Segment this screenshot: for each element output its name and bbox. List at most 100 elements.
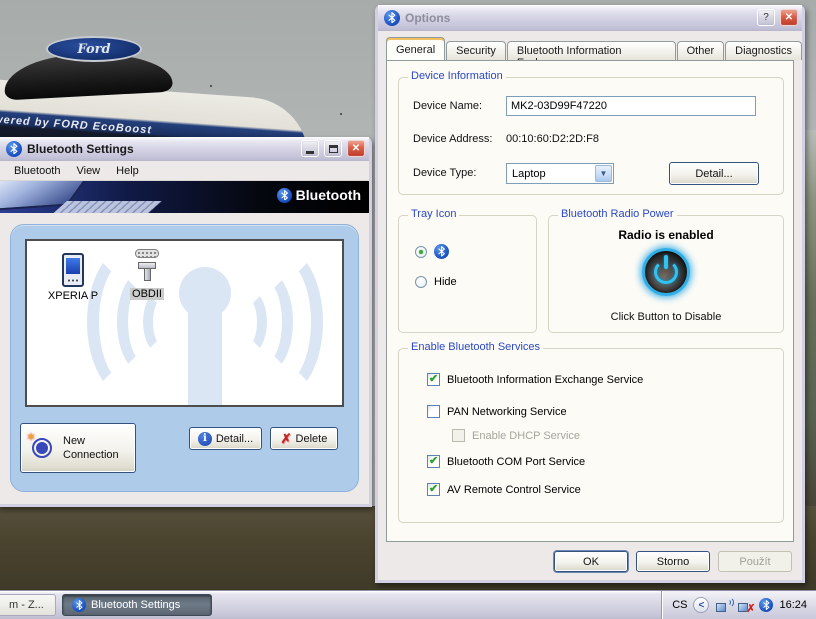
checkbox-checked[interactable] — [427, 483, 440, 496]
radio-status-text: Radio is enabled — [549, 228, 783, 242]
service-label: Enable DHCP Service — [472, 430, 580, 442]
tab-general[interactable]: General — [386, 37, 445, 60]
device-obdii[interactable]: OBDII — [115, 249, 179, 300]
close-button[interactable]: ✕ — [347, 140, 365, 157]
language-indicator[interactable]: CS — [672, 599, 687, 611]
bluetooth-tray-icon — [434, 244, 449, 259]
service-dhcp: Enable DHCP Service — [452, 429, 580, 442]
radio-selected[interactable] — [415, 246, 427, 258]
tray-show-option[interactable] — [415, 244, 449, 259]
options-dialog: Options ? ✕ General Security Bluetooth I… — [375, 5, 805, 583]
options-titlebar[interactable]: Options ? ✕ — [378, 5, 802, 31]
device-type-label: Device Type: — [413, 167, 476, 179]
dialog-buttons: OK Storno Použít — [554, 551, 792, 572]
taskbar-item-partial[interactable]: m - Z... — [0, 594, 56, 616]
device-detail-button[interactable]: Detail... — [669, 162, 759, 185]
serial-connector-icon — [135, 249, 159, 285]
tray-icon-group: Tray Icon Hide — [398, 215, 537, 333]
device-name-selected[interactable]: OBDII — [130, 288, 164, 300]
service-info-exchange[interactable]: Bluetooth Information Exchange Service — [427, 373, 643, 386]
dialog-title: Options — [405, 11, 752, 25]
device-list-area[interactable]: XPERIA P OBDII — [25, 239, 344, 407]
tab-security[interactable]: Security — [446, 41, 506, 60]
checkbox-checked[interactable] — [427, 455, 440, 468]
taskbar-item-label: Bluetooth Settings — [91, 599, 180, 611]
bluetooth-icon — [384, 10, 400, 26]
chevron-down-icon[interactable]: ▼ — [595, 165, 612, 182]
delete-x-icon: ✗ — [281, 431, 292, 447]
network-signal-icon[interactable] — [715, 599, 731, 612]
service-label[interactable]: Bluetooth Information Exchange Service — [447, 374, 643, 386]
minimize-button[interactable] — [301, 140, 319, 157]
service-label[interactable]: AV Remote Control Service — [447, 484, 581, 496]
device-name[interactable]: XPERIA P — [46, 290, 100, 302]
device-type-select[interactable]: Laptop ▼ — [506, 163, 614, 184]
service-com-port[interactable]: Bluetooth COM Port Service — [427, 455, 585, 468]
power-button[interactable] — [642, 248, 690, 296]
enable-services-group: Enable Bluetooth Services Bluetooth Info… — [398, 348, 784, 523]
close-button[interactable]: ✕ — [780, 9, 798, 26]
checkbox-checked[interactable] — [427, 373, 440, 386]
maximize-icon — [329, 145, 338, 153]
taskbar: m - Z... Bluetooth Settings CS < ✗ 16:24 — [0, 590, 816, 619]
service-av-remote[interactable]: AV Remote Control Service — [427, 483, 581, 496]
clock[interactable]: 16:24 — [779, 599, 807, 611]
service-label[interactable]: PAN Networking Service — [447, 406, 567, 418]
device-address-value: 00:10:60:D2:2D:F8 — [506, 133, 599, 145]
detail-button[interactable]: i Detail... — [189, 427, 262, 450]
tray-hide-option[interactable]: Hide — [415, 276, 457, 288]
bluetooth-tray-icon[interactable] — [759, 598, 773, 612]
group-legend: Device Information — [408, 70, 506, 82]
menu-bluetooth[interactable]: Bluetooth — [6, 163, 68, 179]
hide-label[interactable]: Hide — [434, 276, 457, 288]
cancel-button[interactable]: Storno — [636, 551, 710, 572]
checkbox-unchecked[interactable] — [427, 405, 440, 418]
power-hint-text: Click Button to Disable — [549, 311, 783, 323]
menu-view[interactable]: View — [68, 163, 108, 179]
group-legend: Tray Icon — [408, 208, 459, 220]
menu-help[interactable]: Help — [108, 163, 147, 179]
maximize-button[interactable] — [324, 140, 342, 157]
bluetooth-banner: Bluetooth — [0, 181, 369, 213]
ford-logo: Ford — [46, 36, 142, 62]
device-xperia[interactable]: XPERIA P — [41, 253, 105, 302]
general-tab-page: Device Information Device Name: Device A… — [386, 60, 794, 542]
window-title: Bluetooth Settings — [27, 142, 296, 156]
group-legend: Bluetooth Radio Power — [558, 208, 677, 220]
device-panel: XPERIA P OBDII ✶ New Connection i — [10, 224, 359, 492]
antenna-wave-icon — [239, 247, 323, 397]
delete-label: Delete — [296, 433, 328, 445]
tab-other[interactable]: Other — [677, 41, 725, 60]
ford-car-photo: wered by FORD EcoBoost Ford — [0, 28, 380, 140]
bts-titlebar[interactable]: Bluetooth Settings ✕ — [0, 137, 369, 161]
service-pan-networking[interactable]: PAN Networking Service — [427, 405, 567, 418]
device-name-input[interactable] — [506, 96, 756, 116]
bluetooth-logo-text: Bluetooth — [296, 187, 361, 203]
device-name-label: Device Name: — [413, 100, 482, 112]
antenna-watermark-pole — [188, 295, 222, 407]
bluetooth-icon — [6, 141, 22, 157]
minimize-icon — [306, 151, 314, 154]
device-information-group: Device Information Device Name: Device A… — [398, 77, 784, 195]
taskbar-item-bluetooth-settings[interactable]: Bluetooth Settings — [62, 594, 212, 616]
checkbox-disabled — [452, 429, 465, 442]
tab-bluetooth-information-exchanger[interactable]: Bluetooth Information Exchanger — [507, 41, 676, 60]
detail-label: Detail... — [216, 433, 253, 445]
options-tabs: General Security Bluetooth Information E… — [386, 41, 802, 61]
radio-unselected[interactable] — [415, 276, 427, 288]
bluetooth-settings-window: Bluetooth Settings ✕ Bluetooth View Help… — [0, 137, 372, 507]
delete-button[interactable]: ✗ Delete — [270, 427, 338, 450]
tray-collapse-chevron-icon[interactable]: < — [693, 597, 709, 613]
apply-button[interactable]: Použít — [718, 551, 792, 572]
info-icon: i — [198, 432, 212, 446]
help-button[interactable]: ? — [757, 9, 775, 26]
device-address-label: Device Address: — [413, 133, 492, 145]
network-disconnected-icon[interactable]: ✗ — [737, 599, 753, 612]
ok-button[interactable]: OK — [554, 551, 628, 572]
bts-button-row: ✶ New Connection i Detail... ✗ Delete — [11, 421, 358, 481]
tab-diagnostics[interactable]: Diagnostics — [725, 41, 802, 60]
new-connection-icon: ✶ — [29, 435, 55, 461]
service-label[interactable]: Bluetooth COM Port Service — [447, 456, 585, 468]
bts-menubar: Bluetooth View Help — [0, 161, 369, 181]
new-connection-button[interactable]: ✶ New Connection — [20, 423, 136, 473]
